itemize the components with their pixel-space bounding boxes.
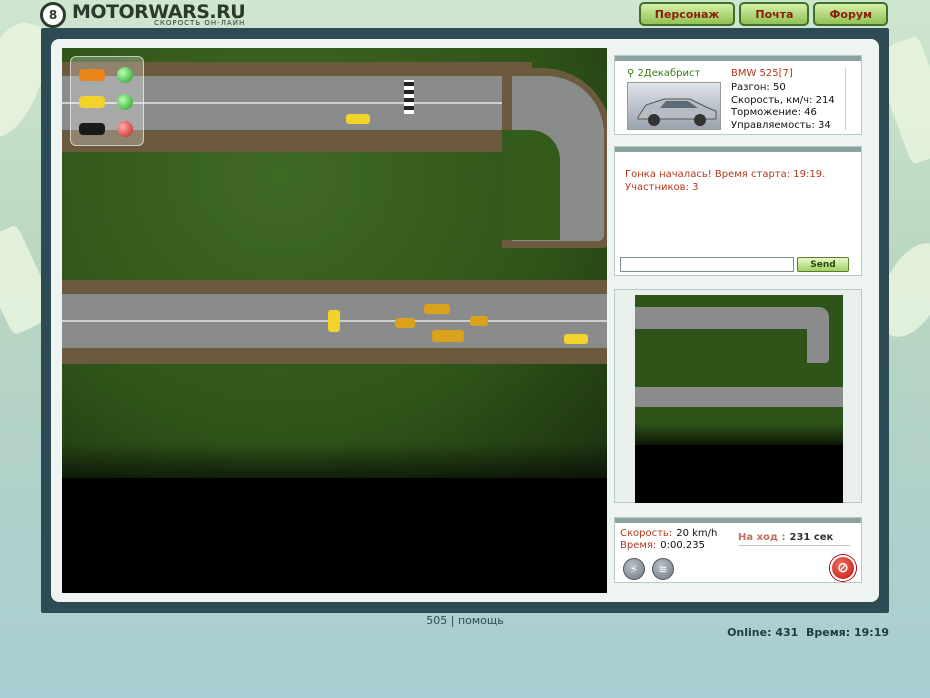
chat-input[interactable] [620,257,794,272]
boost-button[interactable]: ⚡ [623,558,645,580]
participant-row [79,67,133,83]
participants-panel [70,56,144,146]
lightning-icon: ⚡ [630,562,638,576]
bulldozer [470,316,488,326]
stat-row: Разгон: 50 [731,82,786,93]
chat-panel: Гонка началась! Время старта: 19:19. Уча… [614,146,862,276]
car-yellow [564,334,588,344]
finish-line [404,80,414,114]
minimap-fog [635,423,843,453]
time-label: Время: [620,540,657,551]
footer-separator: | [450,614,455,627]
race-status-panel: Скорость: 20 km/h Время: 0:00.235 На ход :… [614,517,862,583]
minimap-panel [614,289,862,503]
car-photo [627,82,721,130]
bulldozer [432,330,464,342]
minimap-road [635,387,843,407]
turn-label: На ход : [738,532,786,543]
turn-timer: На ход :231 сек [738,532,833,543]
player-name[interactable]: ⚲ 2Декабрист [627,68,700,79]
stop-icon: ⊘ [837,560,849,576]
chat-log: Гонка началась! Время старта: 19:19. Уча… [625,169,825,194]
player-car [328,310,340,332]
race-viewport[interactable] [62,48,607,593]
curve-grass [502,130,560,240]
panel-header-bar [615,518,861,523]
bulldozer [395,318,415,328]
speed-value: 20 km/h [676,528,718,539]
footer-code: 505 [426,614,448,627]
participant-row [79,121,133,137]
help-link[interactable]: помощь [458,614,504,627]
minimap-road [635,307,825,329]
time-value: 0:00.235 [660,540,706,551]
player-name-text: 2Декабрист [637,68,701,79]
wifi-icon: ≋ [658,562,668,576]
chat-message: Участников: 3 [625,181,699,193]
minimap[interactable] [635,295,843,503]
send-button[interactable]: Send [797,257,849,272]
logo-icon: 8 [40,2,66,28]
status-light-icon [117,94,133,110]
online-label: Online: [727,626,772,639]
stat-row: Торможение: 46 [731,107,817,118]
panel-header-bar [615,147,861,152]
divider [738,545,850,546]
car-stats: Разгон: 50 Скорость, км/ч: 214 Торможени… [731,82,835,132]
top-navigation: Персонаж Почта Форум [638,2,888,26]
participant-car-icon [79,69,105,81]
nav-mail-button[interactable]: Почта [739,2,810,26]
stat-label: Скорость, км/ч [731,94,810,106]
time-readout: Время: 0:00.235 [620,540,705,551]
fog-edge [62,443,607,503]
stop-button[interactable]: ⊘ [830,555,856,581]
participant-car-icon [79,123,105,135]
online-count: 431 [775,626,799,639]
speed-label: Скорость: [620,528,673,539]
stat-value: 46 [804,107,817,118]
chat-message: Гонка началась! Время старта: 19:19. [625,169,826,180]
nav-forum-button[interactable]: Форум [813,2,888,26]
minimap-road [807,307,829,363]
participant-car-icon [79,96,105,108]
online-status: Online: 431 Время: 19:19 [727,626,889,639]
stat-label: Управляемость [731,119,812,131]
participant-row [79,94,133,110]
nav-character-button[interactable]: Персонаж [638,2,736,26]
server-time: 19:19 [853,626,889,639]
bulldozer [424,304,450,314]
car-info-panel: ⚲ 2Декабрист BMW 525[7] Разгон: 50 Скоро… [614,55,862,135]
stat-row: Скорость, км/ч: 214 [731,94,835,106]
turn-value: 231 сек [789,532,834,543]
site-logo[interactable]: 8 MOTORWARS.RU СКОРОСТЬ ОН-ЛАЙН [40,2,246,28]
panel-header-bar [615,56,861,61]
scrollbar[interactable] [845,68,855,130]
speed-readout: Скорость: 20 km/h [620,528,717,539]
stat-row: Управляемость: 34 [731,119,831,131]
status-light-icon [117,67,133,83]
stat-value: 50 [772,82,786,93]
stat-value: 34 [818,119,831,131]
stat-label: Торможение [731,107,798,118]
car-image-icon [637,98,717,126]
signal-button[interactable]: ≋ [652,558,674,580]
stat-value: 214 [815,94,835,106]
stat-label: Разгон [731,82,767,93]
server-time-label: Время: [805,626,851,639]
status-light-icon [117,121,133,137]
car-yellow [346,114,370,124]
user-icon: ⚲ [627,68,635,79]
car-model[interactable]: BMW 525[7] [731,68,793,79]
